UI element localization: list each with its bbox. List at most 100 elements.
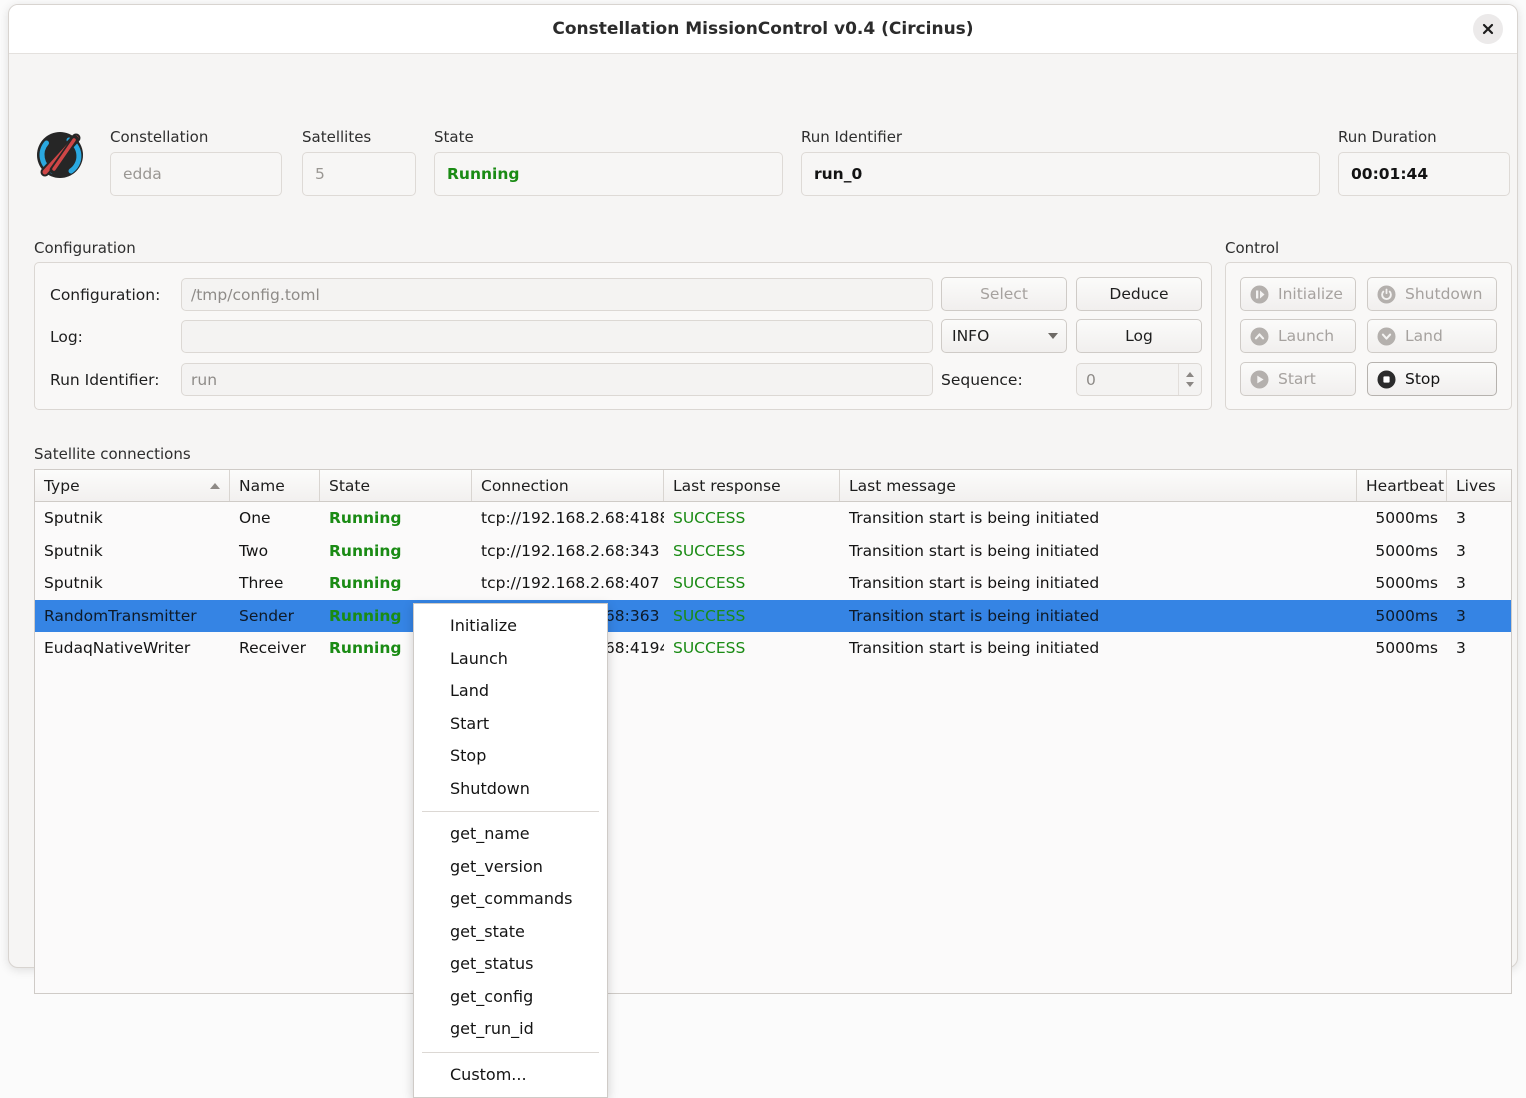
cell-heartbeat: 5000ms (1375, 606, 1438, 625)
menu-item-get-state[interactable]: get_state (414, 916, 607, 949)
status-label-state: State (434, 128, 474, 146)
status-strip: Constellation edda Satellites 5 State Ru… (9, 54, 1517, 196)
play-icon (1250, 370, 1269, 389)
menu-separator (422, 811, 599, 812)
run-identifier-label: Run Identifier: (50, 371, 160, 389)
menu-item-land[interactable]: Land (414, 675, 607, 708)
cell-state: Running (329, 574, 402, 593)
chevron-down-icon (1377, 327, 1396, 346)
log-path-input[interactable] (181, 320, 933, 353)
title-bar: Constellation MissionControl v0.4 (Circi… (9, 5, 1517, 54)
cell-last-response: SUCCESS (673, 509, 746, 528)
table-row[interactable]: Sputnik One Running tcp://192.168.2.68:4188… (35, 502, 1511, 535)
menu-item-shutdown[interactable]: Shutdown (414, 773, 607, 806)
column-header-lives[interactable]: Lives (1447, 470, 1511, 501)
sequence-stepper[interactable]: 0 (1076, 363, 1202, 396)
initialize-icon (1250, 285, 1269, 304)
column-header-heartbeat[interactable]: Heartbeat (1357, 470, 1447, 501)
power-icon (1377, 285, 1396, 304)
status-field-state: State Running (434, 128, 783, 196)
table-row[interactable]: Sputnik Three Running tcp://192.168.2.68:40… (35, 567, 1511, 600)
column-header-name[interactable]: Name (230, 470, 320, 501)
close-icon[interactable] (1473, 14, 1503, 44)
menu-item-get-run-id[interactable]: get_run_id (414, 1013, 607, 1046)
cell-last-message: Transition start is being initiated (849, 574, 1100, 593)
sort-ascending-icon (210, 482, 220, 489)
menu-separator (422, 1051, 599, 1053)
chevron-up-icon (1250, 327, 1269, 346)
start-button-label: Start (1278, 370, 1316, 388)
cell-connection: tcp://192.168.2.68:407 (481, 574, 660, 593)
cell-last-message: Transition start is being initiated (849, 639, 1100, 658)
select-button[interactable]: Select (941, 277, 1067, 311)
land-button-label: Land (1405, 327, 1443, 345)
run-identifier-input[interactable] (181, 363, 933, 396)
stepper-down-icon[interactable] (1186, 382, 1194, 387)
menu-item-launch[interactable]: Launch (414, 643, 607, 676)
table-header-row: Type Name State Connection Last response… (35, 470, 1511, 502)
stop-icon (1377, 370, 1396, 389)
table-row[interactable]: EudaqNativeWriterReceiverRunningtcp://19… (35, 632, 1511, 665)
menu-item-stop[interactable]: Stop (414, 740, 607, 773)
column-header-last-response[interactable]: Last response (664, 470, 840, 501)
menu-item-get-commands[interactable]: get_commands (414, 883, 607, 916)
status-value-run-identifier: run_0 (801, 152, 1320, 196)
initialize-button[interactable]: Initialize (1240, 277, 1356, 311)
sequence-label: Sequence: (941, 371, 1023, 389)
land-button[interactable]: Land (1367, 319, 1497, 353)
column-header-state[interactable]: State (320, 470, 472, 501)
cell-lives: 3 (1456, 541, 1466, 560)
cell-last-response: SUCCESS (673, 606, 746, 625)
column-header-type[interactable]: Type (35, 470, 230, 501)
cell-heartbeat: 5000ms (1375, 639, 1438, 658)
menu-item-start[interactable]: Start (414, 708, 607, 741)
cell-type: RandomTransmitter (44, 606, 197, 625)
control-group-title: Control (1225, 239, 1280, 257)
cell-name: One (239, 509, 271, 528)
configuration-path-input[interactable] (181, 278, 933, 311)
menu-item-initialize[interactable]: Initialize (414, 610, 607, 643)
column-header-last-message[interactable]: Last message (840, 470, 1357, 501)
initialize-button-label: Initialize (1278, 285, 1343, 303)
cell-last-response: SUCCESS (673, 639, 746, 658)
deduce-button[interactable]: Deduce (1076, 277, 1202, 311)
cell-type: EudaqNativeWriter (44, 639, 191, 658)
shutdown-button[interactable]: Shutdown (1367, 277, 1497, 311)
launch-button-label: Launch (1278, 327, 1335, 345)
start-button[interactable]: Start (1240, 362, 1356, 396)
menu-item-get-name[interactable]: get_name (414, 818, 607, 851)
menu-item-get-version[interactable]: get_version (414, 851, 607, 884)
cell-state: Running (329, 541, 402, 560)
log-button[interactable]: Log (1076, 319, 1202, 353)
main-window: Constellation MissionControl v0.4 (Circi… (8, 4, 1518, 1098)
status-value-constellation: edda (110, 152, 282, 196)
column-header-connection[interactable]: Connection (472, 470, 664, 501)
stop-button[interactable]: Stop (1367, 362, 1497, 396)
menu-item-get-config[interactable]: get_config (414, 981, 607, 1014)
satellite-connections-table: Type Name State Connection Last response… (34, 469, 1512, 994)
status-field-run-identifier: Run Identifier run_0 (801, 128, 1320, 196)
cell-name: Sender (239, 606, 294, 625)
cell-connection: tcp://192.168.2.68:4188 (481, 509, 664, 528)
cell-state: Running (329, 509, 402, 528)
configuration-path-label: Configuration: (50, 286, 161, 304)
cell-connection: tcp://192.168.2.68:343 (481, 541, 660, 560)
cell-name: Three (239, 574, 284, 593)
table-row[interactable]: Sputnik Two Running tcp://192.168.2.68:343 S… (35, 535, 1511, 568)
status-label-constellation: Constellation (110, 128, 209, 146)
log-level-select[interactable]: INFO (941, 319, 1067, 353)
menu-item-get-status[interactable]: get_status (414, 948, 607, 981)
constellation-logo-icon (31, 126, 89, 184)
log-path-label: Log: (50, 328, 83, 346)
status-field-satellites: Satellites 5 (302, 128, 416, 196)
cell-name: Receiver (239, 639, 307, 658)
menu-item-custom[interactable]: Custom... (414, 1059, 607, 1092)
sequence-stepper-buttons[interactable] (1178, 364, 1201, 395)
status-value-run-duration: 00:01:44 (1338, 152, 1510, 196)
status-value-satellites: 5 (302, 152, 416, 196)
cell-type: Sputnik (44, 509, 103, 528)
window-title: Constellation MissionControl v0.4 (Circi… (552, 19, 974, 39)
stepper-up-icon[interactable] (1186, 372, 1194, 377)
launch-button[interactable]: Launch (1240, 319, 1356, 353)
table-row[interactable]: RandomTransmitterSenderRunningtcp://192.… (35, 599, 1511, 632)
